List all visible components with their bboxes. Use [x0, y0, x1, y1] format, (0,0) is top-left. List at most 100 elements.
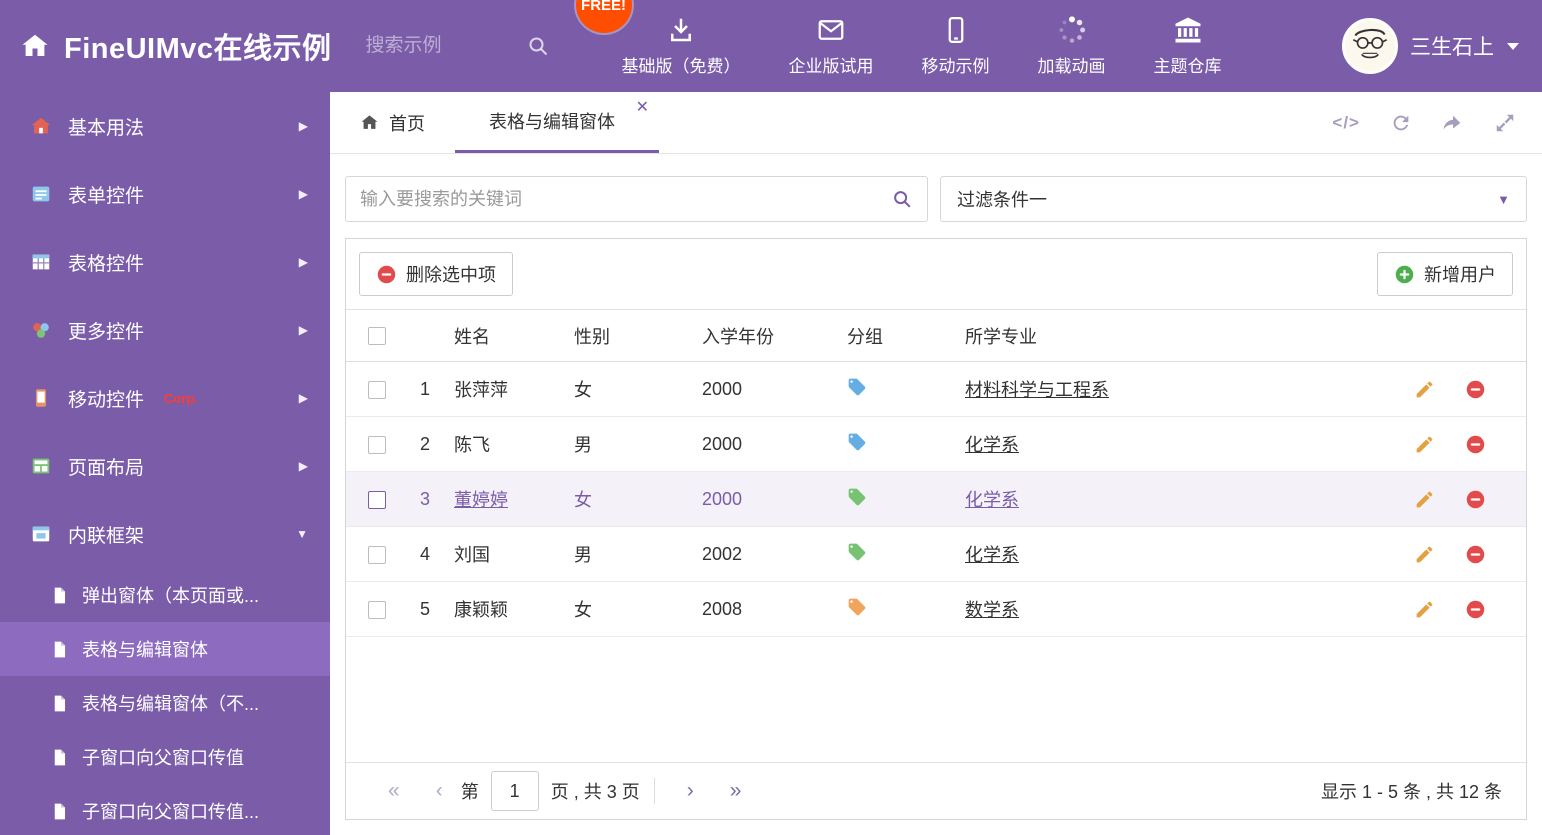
last-page-button[interactable]: » [712, 779, 760, 803]
avatar [1342, 18, 1398, 74]
keyword-search-box [345, 176, 928, 222]
file-icon [54, 803, 66, 819]
delete-icon[interactable] [1465, 489, 1486, 510]
row-number: 3 [404, 471, 454, 527]
nav-item-basic-free[interactable]: FREE! 基础版（免费） [575, 0, 765, 77]
row-number: 2 [404, 416, 454, 472]
major-link[interactable]: 材料科学与工程系 [965, 380, 1109, 400]
nav-item-theme-repo[interactable]: 主题仓库 [1130, 15, 1246, 77]
forward-icon[interactable] [1442, 112, 1464, 134]
tab-grid-edit-window[interactable]: 表格与编辑窗体 ✕ [455, 92, 659, 153]
row-checkbox[interactable] [368, 600, 386, 619]
sidebar-subitem-grid-edit-window[interactable]: 表格与编辑窗体 [0, 622, 330, 676]
search-icon[interactable] [891, 188, 913, 210]
pagination-bar: « ‹ 第 页 , 共 3 页 › » 显示 1 - 5 条 , 共 12 条 [346, 762, 1526, 819]
first-page-button[interactable]: « [370, 779, 418, 803]
tab-label: 首页 [389, 113, 425, 134]
sidebar-subitem-child-to-parent[interactable]: 子窗口向父窗口传值 [0, 730, 330, 784]
code-icon[interactable]: </> [1332, 113, 1360, 133]
minus-circle-icon [377, 265, 396, 283]
tag-icon [848, 433, 866, 450]
cell-gender: 男 [574, 526, 702, 582]
prev-page-button[interactable]: ‹ [418, 779, 461, 803]
sidebar-item-mobile-controls[interactable]: 移动控件 Corp. ▶ [0, 364, 330, 432]
delete-icon[interactable] [1465, 434, 1486, 455]
header-search-input[interactable] [365, 35, 516, 57]
cell-gender: 女 [574, 581, 702, 637]
table-row-selected[interactable]: 3 董婷婷 女 2000 化学系 [346, 471, 1526, 527]
filter-dropdown[interactable]: 过滤条件一 ▼ [940, 176, 1527, 222]
add-user-button[interactable]: 新增用户 [1377, 252, 1513, 296]
sidebar-item-more-controls[interactable]: 更多控件 ▶ [0, 296, 330, 364]
row-number: 4 [404, 526, 454, 582]
edit-icon[interactable] [1414, 379, 1435, 400]
major-link[interactable]: 数学系 [965, 600, 1019, 620]
col-rownum [404, 309, 454, 362]
sidebar-item-iframe[interactable]: 内联框架 ▼ [0, 500, 330, 568]
edit-icon[interactable] [1414, 434, 1435, 455]
sidebar-item-page-layout[interactable]: 页面布局 ▶ [0, 432, 330, 500]
cell-name: 陈飞 [454, 435, 490, 455]
edit-icon[interactable] [1414, 599, 1435, 620]
keyword-search-input[interactable] [360, 188, 891, 210]
sidebar-item-label: 移动控件 [68, 389, 145, 411]
nav-item-enterprise-trial[interactable]: 企业版试用 [765, 15, 898, 77]
edit-icon[interactable] [1414, 489, 1435, 510]
sidebar-item-basic-usage[interactable]: 基本用法 ▶ [0, 92, 330, 160]
main-content: 首页 表格与编辑窗体 ✕ </> 输入要搜索的关键词 过滤条件一 ▼ 删除选中项… [330, 92, 1542, 835]
sidebar-subitem-label: 子窗口向父窗口传值... [82, 802, 260, 822]
sidebar-subitem-grid-edit-window-2[interactable]: 表格与编辑窗体（不... [0, 676, 330, 730]
close-icon[interactable]: ✕ [636, 100, 649, 116]
mobile-icon [948, 17, 963, 43]
sidebar-item-label: 基本用法 [68, 117, 145, 139]
delete-icon[interactable] [1465, 599, 1486, 620]
delete-icon[interactable] [1465, 544, 1486, 565]
edit-icon[interactable] [1414, 544, 1435, 565]
sidebar-subitem-popup-window[interactable]: 弹出窗体（本页面或... [0, 568, 330, 622]
cell-year: 2000 [702, 361, 847, 417]
search-icon[interactable] [526, 34, 550, 58]
chevron-down-icon [1507, 43, 1519, 50]
tag-icon [848, 488, 866, 505]
chevron-down-icon: ▼ [1497, 191, 1510, 207]
row-checkbox[interactable] [368, 490, 386, 509]
envelope-icon [818, 20, 844, 40]
refresh-icon[interactable] [1390, 112, 1412, 134]
sidebar-item-label: 更多控件 [68, 321, 145, 343]
sidebar-subitem-label: 子窗口向父窗口传值 [82, 748, 244, 768]
tab-home[interactable]: 首页 [330, 92, 455, 153]
page-number-input[interactable] [490, 771, 539, 811]
brand[interactable]: FineUIMvc在线示例 [0, 25, 332, 67]
user-menu[interactable]: 三生石上 [1342, 18, 1520, 74]
grid-toolbar: 删除选中项 新增用户 [346, 239, 1526, 309]
nav-item-mobile-demo[interactable]: 移动示例 [898, 15, 1014, 77]
delete-icon[interactable] [1465, 379, 1486, 400]
col-major: 所学专业 [965, 309, 1396, 362]
free-badge: FREE! [575, 0, 632, 33]
major-link[interactable]: 化学系 [965, 490, 1019, 510]
select-all-checkbox[interactable] [368, 327, 386, 346]
table-row[interactable]: 1 张萍萍 女 2000 材料科学与工程系 [346, 361, 1526, 417]
table-row[interactable]: 2 陈飞 男 2000 化学系 [346, 416, 1526, 472]
row-checkbox[interactable] [368, 545, 386, 564]
major-link[interactable]: 化学系 [965, 545, 1019, 565]
row-checkbox[interactable] [368, 380, 386, 399]
nav-item-loading-anim[interactable]: 加载动画 [1014, 15, 1130, 77]
divider [653, 778, 655, 804]
tab-label: 表格与编辑窗体 [489, 112, 615, 132]
major-link[interactable]: 化学系 [965, 435, 1019, 455]
sidebar-item-form-controls[interactable]: 表单控件 ▶ [0, 160, 330, 228]
table-row[interactable]: 5 康颖颖 女 2008 数学系 [346, 581, 1526, 637]
tab-bar: 首页 表格与编辑窗体 ✕ </> [330, 92, 1542, 154]
sidebar-item-label: 表单控件 [68, 185, 145, 207]
table-row[interactable]: 4 刘国 男 2002 化学系 [346, 526, 1526, 582]
delete-selected-button[interactable]: 删除选中项 [359, 252, 513, 296]
sidebar-item-label: 内联框架 [68, 525, 145, 547]
home-icon [361, 115, 378, 129]
fullscreen-icon[interactable] [1494, 112, 1516, 134]
next-page-button[interactable]: › [669, 779, 712, 803]
home-icon [22, 34, 48, 56]
sidebar-item-grid-controls[interactable]: 表格控件 ▶ [0, 228, 330, 296]
sidebar-subitem-child-to-parent-2[interactable]: 子窗口向父窗口传值... [0, 784, 330, 835]
row-checkbox[interactable] [368, 435, 386, 454]
